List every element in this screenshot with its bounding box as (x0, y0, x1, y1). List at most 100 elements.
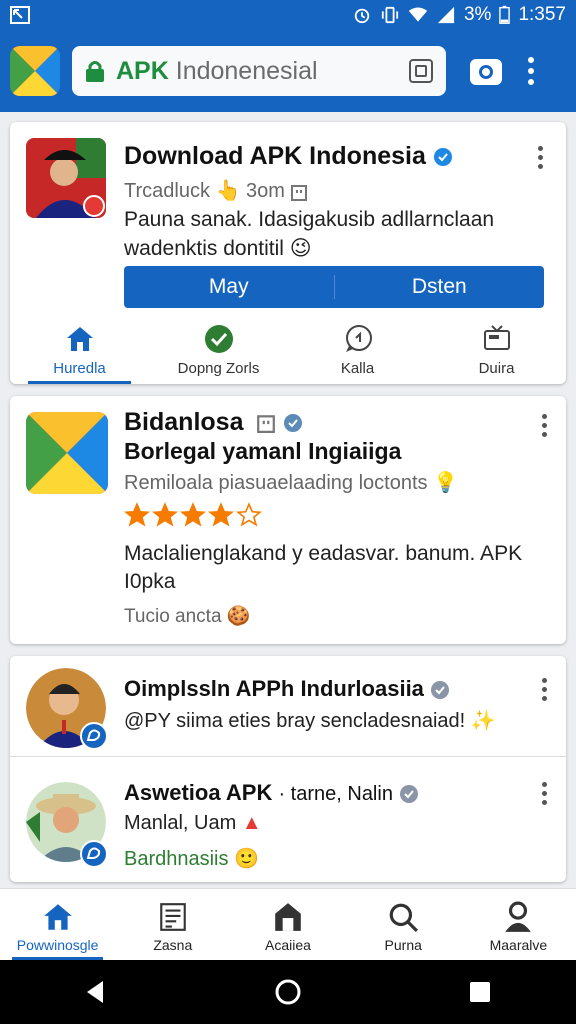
app-subtitle: Borlegal yamanl Ingiaiiga (124, 438, 402, 464)
app-logo-icon (26, 412, 108, 494)
post-avatar[interactable] (26, 138, 106, 218)
nav-store[interactable]: Acaiiea (230, 889, 345, 960)
feed-post2-status: Bardhnasiis 🙂 (124, 846, 259, 871)
post-menu-icon[interactable] (536, 146, 544, 172)
system-navigation-bar (0, 960, 576, 1024)
status-bar: 3% 1:357 (0, 0, 576, 30)
building-icon (257, 415, 276, 434)
feed-post2-title[interactable]: Aswetioa APK · tarne, Nalin (124, 780, 419, 806)
more-options-icon[interactable] (526, 56, 536, 86)
wifi-icon (408, 7, 428, 22)
chat-badge-icon (80, 840, 108, 868)
person-photo-icon (26, 138, 106, 218)
card-tab-bar: Huredla Dopng Zorls Kalla Duira (10, 316, 566, 384)
nav-home[interactable]: Powwinosgle (0, 889, 115, 960)
lock-icon (86, 61, 104, 82)
nav-list[interactable]: Zasna (115, 889, 230, 960)
app-tagline: Remiloala piasuaelaading loctonts 💡 (124, 470, 458, 495)
recents-icon[interactable] (465, 977, 495, 1007)
tab-label: Huredla (53, 360, 106, 377)
app-icon[interactable] (26, 412, 108, 494)
feed-post2-status-text: Bardhnasiis (124, 848, 229, 870)
feed-post-title-text: Oimplssln APPh Indurloasiia (124, 676, 424, 701)
tab-kalla[interactable]: Kalla (288, 316, 427, 384)
chat-badge-icon (80, 722, 108, 750)
app-logo[interactable] (10, 46, 60, 96)
app-tagline-text: Remiloala piasuaelaading loctonts (124, 472, 428, 494)
battery-icon (499, 5, 511, 24)
app-menu-icon[interactable] (540, 414, 548, 440)
nav-label: Zasna (153, 937, 193, 953)
chat-icon (345, 325, 372, 352)
profile-icon (505, 901, 532, 932)
check-circle-icon (204, 325, 233, 353)
feed-post-menu-icon[interactable] (540, 678, 548, 704)
home-circle-icon[interactable] (273, 977, 303, 1007)
nav-label: Acaiiea (265, 937, 311, 953)
tab-duira[interactable]: Duira (427, 316, 566, 384)
tab-dopng-zorls[interactable]: Dopng Zorls (149, 316, 288, 384)
app-listing-card: Bidanlosa Borlegal yamanl Ingiaiiga Remi… (10, 396, 566, 644)
post-description-line2: wadenktis dontitil 😉 (124, 236, 312, 261)
warning-triangle-icon: ▲ (241, 812, 262, 834)
post-author: Trcadluck (124, 180, 210, 202)
list-icon (159, 903, 186, 931)
sparkle-icon: ✨ (470, 710, 496, 732)
bulb-icon: 💡 (433, 472, 458, 494)
smile-icon: 🙂 (234, 848, 259, 870)
address-bar[interactable]: APK Indonenesial (72, 46, 446, 96)
post-description-text: wadenktis dontitil (124, 237, 284, 260)
home-icon (66, 327, 93, 351)
feed-post2-meta: · tarne, Nalin (278, 783, 393, 805)
post-title[interactable]: Download APK Indonesia (124, 142, 453, 171)
feed-post-body: @PY siima eties bray sencladesnaiad! (124, 710, 466, 732)
tab-label: Kalla (340, 360, 375, 377)
may-button[interactable]: May (124, 275, 334, 299)
hand-icon: 👆 (215, 180, 241, 202)
verified-badge-icon (433, 148, 452, 167)
star-filled-icon (124, 502, 150, 527)
notification-icon (10, 6, 30, 24)
nav-label: Powwinosgle (16, 937, 99, 953)
back-icon[interactable] (81, 977, 111, 1007)
feed-post2-title-text: Aswetioa APK (124, 780, 273, 805)
app-description-line1: Maclalienglakand y eadasvar. banum. APK (124, 542, 523, 565)
bottom-navigation: Powwinosgle Zasna Acaiiea Purna Maaralve (0, 888, 576, 960)
url-domain: Indonenesial (175, 56, 318, 85)
feed-post2-text: Manlal, Uam ▲ (124, 812, 262, 835)
dsten-button[interactable]: Dsten (333, 275, 545, 299)
cookie-icon: 🍪 (226, 606, 251, 627)
battery-percent: 3% (463, 4, 492, 25)
verified-badge-icon (284, 414, 303, 433)
camera-icon[interactable] (468, 53, 504, 89)
home-icon (43, 904, 72, 930)
tab-switcher-icon[interactable] (408, 58, 434, 84)
store-icon (275, 903, 301, 931)
alarm-icon (354, 8, 370, 24)
feed-post-text: @PY siima eties bray sencladesnaiad! ✨ (124, 708, 496, 733)
tab-huredla[interactable]: Huredla (10, 316, 149, 384)
nav-search[interactable]: Purna (346, 889, 461, 960)
vibrate-icon (381, 6, 399, 24)
feed-post-title[interactable]: Oimplssln APPh Indurloasiia (124, 676, 450, 702)
verified-badge-icon (431, 681, 450, 700)
emoji-icon: 😉 (289, 237, 312, 260)
feed-divider (10, 756, 566, 757)
clock: 1:357 (518, 4, 566, 25)
browser-toolbar: APK Indonenesial (0, 30, 576, 112)
post-title-text: Download APK Indonesia (124, 142, 426, 170)
app-footer: Tucio ancta 🍪 (124, 604, 250, 628)
star-filled-icon (180, 502, 206, 527)
post-time: 3om (245, 180, 285, 202)
feed-post2-menu-icon[interactable] (540, 782, 548, 808)
verified-badge-icon (400, 785, 419, 804)
building-icon (291, 184, 308, 201)
social-feed-card: Oimplssln APPh Indurloasiia @PY siima et… (10, 656, 566, 882)
post-meta: Trcadluck 👆 3om (124, 178, 308, 203)
nav-profile[interactable]: Maaralve (461, 889, 576, 960)
app-footer-text: Tucio ancta (124, 606, 222, 627)
app-description-line2: I0pka (124, 570, 176, 593)
app-name[interactable]: Bidanlosa (124, 408, 303, 437)
feed-post2-body: Manlal, Uam (124, 812, 237, 834)
signal-icon (437, 6, 455, 24)
